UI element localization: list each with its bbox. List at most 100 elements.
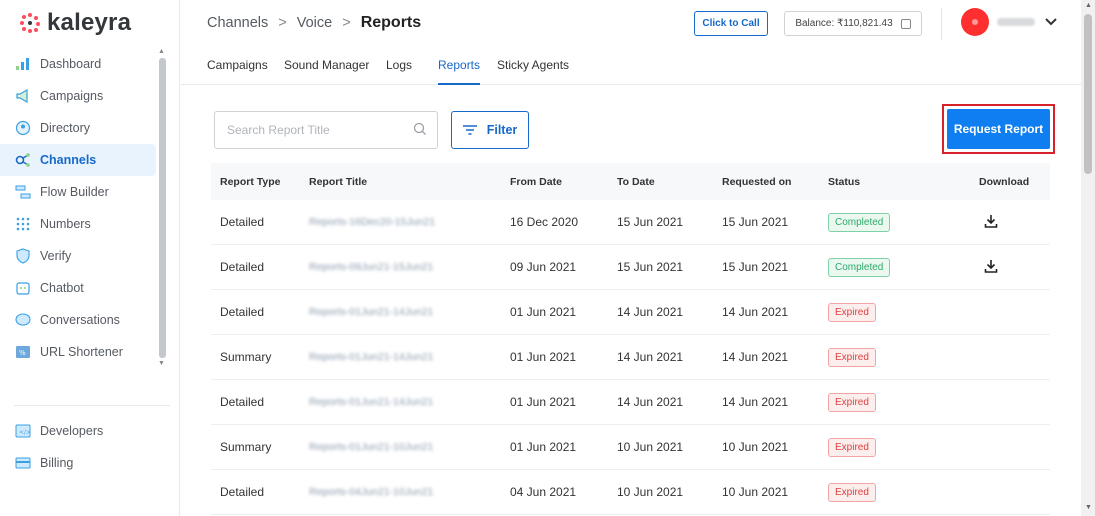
sidebar-item-conversations[interactable]: Conversations [0,304,156,336]
status-cell: Expired [828,482,876,502]
sidebar-item-campaigns[interactable]: Campaigns [0,80,156,112]
search-input[interactable] [227,123,407,137]
cell-requested-on: 15 Jun 2021 [722,260,789,274]
breadcrumb-separator: > [342,15,351,31]
status-cell: Completed [828,257,891,277]
avatar[interactable] [961,8,989,36]
cell-from-date: 01 Jun 2021 [510,395,577,409]
cell-to-date: 10 Jun 2021 [617,485,684,499]
sidebar-item-label: Developers [40,424,104,438]
sidebar-item-label: Campaigns [40,89,104,103]
cell-report-title: Reports-01Jun21-14Jun21 [309,396,434,408]
logo[interactable]: kaleyra [20,8,131,38]
download-icon[interactable] [984,259,998,276]
sidebar-item-numbers[interactable]: Numbers [0,208,156,240]
cell-report-type: Detailed [220,395,265,409]
scroll-up-icon[interactable]: ▲ [1085,2,1092,9]
status-cell: Expired [828,347,876,367]
cell-report-title: Reports-01Jun21-10Jun21 [309,441,434,453]
scroll-up-icon[interactable]: ▲ [158,48,165,55]
breadcrumb-separator: > [278,15,287,31]
table-row: Summary Reports-01Jun21-14Jun21 01 Jun 202… [211,335,1050,380]
status-cell: Completed [828,212,891,232]
code-icon: </> [14,422,32,440]
status-cell: Expired [828,302,876,322]
sub-tabs: Campaigns Sound Manager Logs Reports Sti… [181,48,1081,85]
sidebar-item-label: Dashboard [40,57,102,71]
cell-requested-on: 15 Jun 2021 [722,215,789,229]
sidebar-item-label: Verify [40,249,72,263]
tab-campaigns[interactable]: Campaigns [207,58,268,85]
tab-sticky-agents[interactable]: Sticky Agents [497,58,569,85]
sidebar-item-label: Numbers [40,217,91,231]
sidebar-item-developers[interactable]: </> Developers [0,415,160,447]
status-badge: Expired [828,482,876,502]
refresh-balance-icon[interactable] [900,18,911,29]
sidebar-scroll-thumb[interactable] [159,58,166,358]
logo-text: kaleyra [47,9,132,36]
cell-requested-on: 14 Jun 2021 [722,350,789,364]
megaphone-icon [14,87,32,105]
cell-report-type: Detailed [220,260,265,274]
breadcrumb-channels[interactable]: Channels [207,15,268,31]
svg-text:</>: </> [19,429,31,436]
cell-report-type: Detailed [220,305,265,319]
svg-text:%: % [19,349,26,357]
cell-to-date: 10 Jun 2021 [617,440,684,454]
balance-display: Balance: ₹110,821.43 [784,11,922,36]
filter-icon [462,125,477,135]
cell-requested-on: 14 Jun 2021 [722,305,789,319]
cell-from-date: 16 Dec 2020 [510,215,579,229]
cell-from-date: 01 Jun 2021 [510,305,577,319]
search-icon[interactable] [413,122,427,136]
filter-button[interactable]: Filter [451,111,529,149]
status-badge: Expired [828,347,876,367]
chevron-down-icon[interactable] [1045,15,1057,29]
sidebar-item-flow-builder[interactable]: Flow Builder [0,176,156,208]
tab-reports[interactable]: Reports [438,58,481,85]
sidebar-item-directory[interactable]: Directory [0,112,156,144]
header-from-date: From Date [510,175,562,188]
scroll-down-icon[interactable]: ▼ [1085,504,1092,511]
scroll-down-icon[interactable]: ▼ [158,360,165,367]
table-row: Summary Reports-01Jun21-10Jun21 01 Jun 202… [211,425,1050,470]
cell-report-type: Summary [220,440,272,454]
header-download: Download [979,175,1030,188]
status-badge: Completed [828,257,891,277]
cell-requested-on: 10 Jun 2021 [722,485,789,499]
sidebar-item-label: Channels [40,153,97,167]
sidebar-item-dashboard[interactable]: Dashboard [0,48,156,80]
tab-sound-manager[interactable]: Sound Manager [284,58,369,85]
header-report-type: Report Type [220,175,281,188]
sidebar-item-url-shortener[interactable]: % URL Shortener [0,336,156,368]
click-to-call-button[interactable]: Click to Call [694,11,768,36]
channels-icon [14,151,32,169]
cell-report-type: Detailed [220,485,265,499]
table-row: Detailed Reports-09Jun21-15Jun21 09 Jun 20… [211,245,1050,290]
sidebar-item-label: Billing [40,456,74,470]
breadcrumb-voice[interactable]: Voice [297,15,332,31]
dialpad-icon [14,215,32,233]
sidebar-item-chatbot[interactable]: Chatbot [0,272,156,304]
download-icon[interactable] [984,214,998,231]
sidebar-item-verify[interactable]: Verify [0,240,156,272]
sidebar-item-label: URL Shortener [40,345,123,359]
request-report-button[interactable]: Request Report [947,109,1050,149]
cell-requested-on: 14 Jun 2021 [722,395,789,409]
tab-logs[interactable]: Logs [386,58,412,85]
link-icon: % [14,343,32,361]
sidebar-item-billing[interactable]: Billing [0,447,160,479]
search-report-field [214,111,438,149]
breadcrumb: Channels > Voice > Reports [207,14,421,32]
header-report-title: Report Title [309,175,368,188]
table-body: Detailed Reports-16Dec20-15Jun21 16 Dec 20… [211,200,1050,515]
balance-text: Balance: ₹110,821.43 [795,18,893,29]
page-scroll-thumb[interactable] [1084,14,1092,174]
sidebar-item-channels[interactable]: Channels [0,144,156,176]
cell-to-date: 14 Jun 2021 [617,350,684,364]
cell-from-date: 01 Jun 2021 [510,440,577,454]
sidebar-bottom-nav: </> Developers Billing [0,415,160,479]
user-menu[interactable] [961,8,1057,36]
sidebar-scrollbar[interactable]: ▲ ▼ [157,48,167,373]
page-scrollbar[interactable]: ▲ ▼ [1081,0,1095,516]
